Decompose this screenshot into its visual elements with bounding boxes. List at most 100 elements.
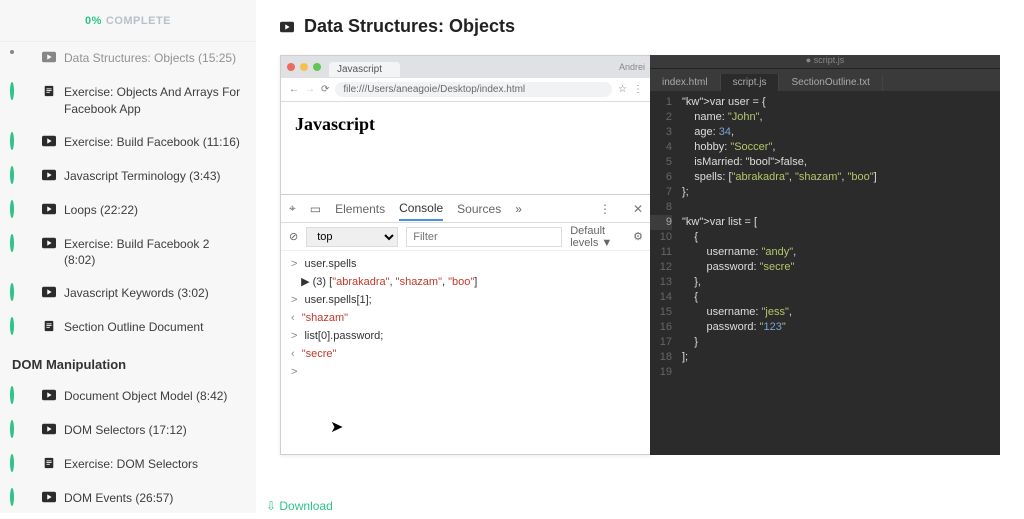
tab-sources[interactable]: Sources: [457, 198, 501, 220]
min-dot[interactable]: [300, 63, 308, 71]
lesson-title: Loops (22:22): [64, 202, 244, 219]
status-indicator: [10, 319, 28, 337]
lesson-row[interactable]: Section Outline Document: [0, 311, 256, 345]
lesson-row[interactable]: Exercise: Build Facebook 2 (8:02): [0, 228, 256, 278]
status-indicator: [10, 134, 28, 152]
status-indicator: [10, 490, 28, 508]
console-line: > user.spells: [291, 255, 641, 273]
code-editor: ● script.js index.htmlscript.jsSectionOu…: [650, 55, 1000, 455]
code-line: },: [682, 275, 877, 290]
code-line: username: "andy",: [682, 245, 877, 260]
code-area[interactable]: 12345678910111213141516171819 "kw">var u…: [650, 91, 1000, 384]
console-toolbar: ⊘ top Default levels ▼ ⚙: [281, 223, 651, 251]
code-line: spells: ["abrakadra", "shazam", "boo"]: [682, 170, 877, 185]
status-indicator: [10, 388, 28, 406]
progress-pct: 0%: [85, 15, 102, 27]
play-icon: [42, 169, 56, 181]
browser-window: Javascript Andrei ← → ⟳ file:///Users/an…: [280, 55, 652, 455]
code-line: password: "123": [682, 320, 877, 335]
lesson-row[interactable]: Exercise: Build Facebook (11:16): [0, 126, 256, 160]
console-output[interactable]: > user.spells ▶ (3) ["abrakadra", "shaza…: [281, 251, 651, 385]
editor-tab[interactable]: SectionOutline.txt: [779, 74, 882, 91]
tab-console[interactable]: Console: [399, 197, 443, 221]
console-line: ‹ "shazam": [291, 309, 641, 327]
lesson-row[interactable]: Document Object Model (8:42): [0, 380, 256, 414]
page-heading: Javascript: [281, 102, 651, 147]
devtools-menu-icon[interactable]: ⋮: [599, 202, 611, 216]
play-icon: [280, 21, 294, 33]
console-line: >: [291, 363, 641, 381]
context-select[interactable]: top: [306, 227, 398, 247]
page-title: Data Structures: Objects: [280, 16, 1000, 37]
play-icon: [42, 237, 56, 249]
status-indicator: [10, 202, 28, 220]
download-icon: ⇩: [266, 499, 279, 513]
back-icon[interactable]: ←: [289, 84, 299, 95]
play-icon: [42, 491, 56, 503]
editor-tab[interactable]: script.js: [721, 74, 780, 91]
tab-elements[interactable]: Elements: [335, 198, 385, 220]
code-line: [682, 365, 877, 380]
lesson-title: DOM Events (26:57): [64, 490, 244, 507]
device-icon[interactable]: ▭: [310, 202, 321, 216]
menu-icon[interactable]: ⋮: [633, 84, 643, 95]
code-line: "kw">var list = [: [682, 215, 877, 230]
download-link[interactable]: ⇩ Download: [256, 493, 343, 519]
status-indicator: [10, 84, 28, 102]
traffic-lights: [287, 63, 321, 71]
star-icon[interactable]: ☆: [618, 84, 627, 95]
lesson-row[interactable]: Exercise: Objects And Arrays For Faceboo…: [0, 76, 256, 126]
clear-icon[interactable]: ⊘: [289, 230, 298, 243]
play-icon: [42, 423, 56, 435]
status-indicator: [10, 456, 28, 474]
console-line: ‹ "secre": [291, 345, 641, 363]
address-bar[interactable]: file:///Users/aneagoie/Desktop/index.htm…: [335, 82, 612, 97]
lesson-row[interactable]: DOM Selectors (17:12): [0, 414, 256, 448]
status-indicator: [10, 168, 28, 186]
lesson-row[interactable]: Javascript Terminology (3:43): [0, 160, 256, 194]
browser-tabstrip: Javascript Andrei: [281, 56, 651, 78]
code-line: [682, 200, 877, 215]
play-icon: [42, 51, 56, 63]
max-dot[interactable]: [313, 63, 321, 71]
lesson-title: Exercise: Build Facebook (11:16): [64, 134, 244, 151]
editor-tab[interactable]: index.html: [650, 74, 721, 91]
page-title-text: Data Structures: Objects: [304, 16, 515, 37]
fwd-icon[interactable]: →: [305, 84, 315, 95]
lesson-title: Javascript Keywords (3:02): [64, 285, 244, 302]
devtools-tabs: ⌖ ▭ Elements Console Sources » ⋮ ✕: [281, 195, 651, 223]
video-canvas: Javascript Andrei ← → ⟳ file:///Users/an…: [280, 55, 1000, 455]
section-header: DOM Manipulation: [0, 345, 256, 380]
code-line: ];: [682, 350, 877, 365]
reload-icon[interactable]: ⟳: [321, 84, 329, 95]
status-indicator: [10, 285, 28, 303]
inspect-icon[interactable]: ⌖: [289, 201, 296, 216]
lesson-row[interactable]: DOM Events (26:57): [0, 482, 256, 513]
console-line: ▶ (3) ["abrakadra", "shazam", "boo"]: [291, 273, 641, 291]
editor-titlebar: ● script.js: [650, 55, 1000, 69]
lesson-list: Data Structures: Objects (15:25) Exercise…: [0, 42, 256, 345]
levels-select[interactable]: Default levels ▼: [570, 225, 625, 249]
code-source[interactable]: "kw">var user = { name: "John", age: 34,…: [678, 91, 881, 384]
filter-input[interactable]: [406, 227, 562, 247]
gear-icon[interactable]: ⚙: [633, 230, 643, 243]
lesson-row[interactable]: Loops (22:22): [0, 194, 256, 228]
status-indicator: [10, 50, 28, 68]
code-line: };: [682, 185, 877, 200]
lesson-title: Exercise: Build Facebook 2 (8:02): [64, 236, 244, 270]
progress-bar: 0% COMPLETE: [0, 0, 256, 42]
lesson-row[interactable]: Data Structures: Objects (15:25): [0, 42, 256, 76]
devtools-close-icon[interactable]: ✕: [633, 202, 643, 216]
lesson-row[interactable]: Exercise: DOM Selectors: [0, 448, 256, 482]
console-line: > user.spells[1];: [291, 291, 641, 309]
browser-tab[interactable]: Javascript: [329, 62, 400, 77]
devtools-panel: ⌖ ▭ Elements Console Sources » ⋮ ✕ ⊘ top…: [281, 194, 651, 454]
lesson-title: DOM Selectors (17:12): [64, 422, 244, 439]
tab-more[interactable]: »: [515, 198, 522, 220]
close-dot[interactable]: [287, 63, 295, 71]
lesson-title: Exercise: Objects And Arrays For Faceboo…: [64, 84, 244, 118]
lesson-title: Document Object Model (8:42): [64, 388, 244, 405]
lesson-title: Exercise: DOM Selectors: [64, 456, 244, 473]
lesson-row[interactable]: Javascript Keywords (3:02): [0, 277, 256, 311]
doc-icon: [42, 85, 56, 97]
